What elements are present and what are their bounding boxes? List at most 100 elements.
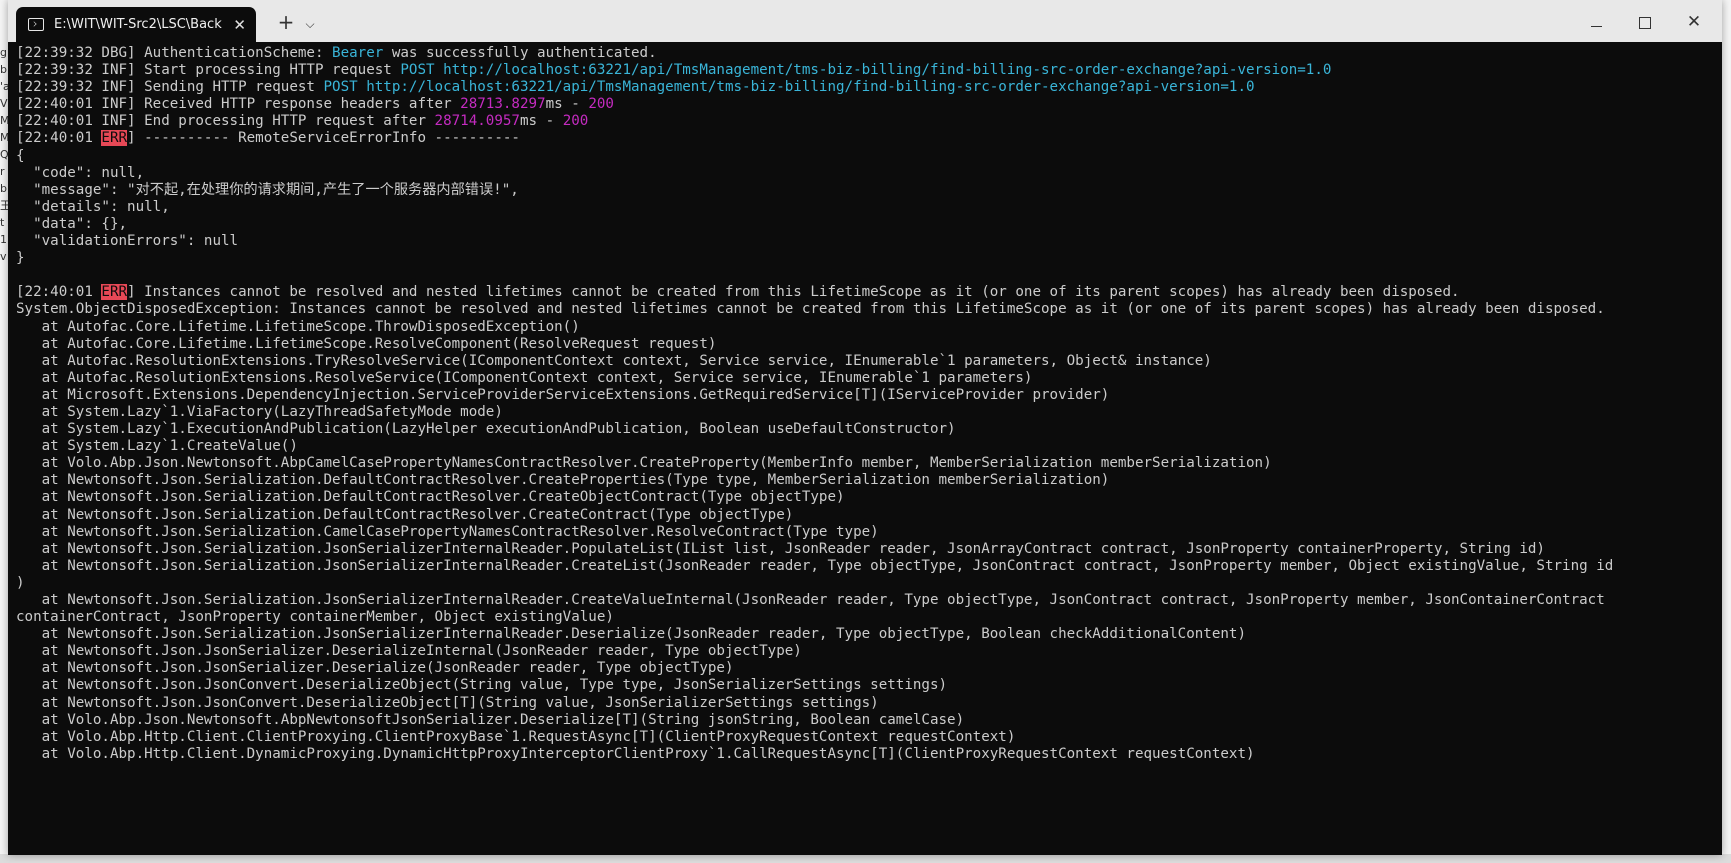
log-text: at Newtonsoft.Json.Serialization.JsonSer… <box>16 557 1614 574</box>
terminal-output[interactable]: [22:39:32 DBG] AuthenticationScheme: Bea… <box>8 42 1722 855</box>
maximize-icon <box>1639 17 1651 29</box>
tab-dropdown-button[interactable]: ⌵ <box>298 11 322 35</box>
log-text: at Newtonsoft.Json.Serialization.JsonSer… <box>16 626 1246 643</box>
log-line: "validationErrors": null <box>16 233 1722 250</box>
log-line: at Newtonsoft.Json.Serialization.Default… <box>16 472 1722 489</box>
log-line: [22:40:01 INF] End processing HTTP reque… <box>16 113 1722 130</box>
log-line: at Microsoft.Extensions.DependencyInject… <box>16 387 1722 404</box>
log-line: at Newtonsoft.Json.Serialization.JsonSer… <box>16 541 1722 558</box>
log-line: at System.Lazy`1.ViaFactory(LazyThreadSa… <box>16 404 1722 421</box>
log-text: ] Instances cannot be resolved and neste… <box>127 284 1460 301</box>
log-line: [22:40:01 ERR] Instances cannot be resol… <box>16 284 1722 301</box>
log-line: "data": {}, <box>16 216 1722 233</box>
log-text: ms - <box>519 113 563 130</box>
terminal-icon <box>28 18 44 31</box>
minimize-icon <box>1590 26 1602 27</box>
log-text: [22:40:01 INF] Received HTTP response he… <box>16 96 461 113</box>
log-text: "data": {}, <box>16 215 128 232</box>
log-text: } <box>16 250 25 267</box>
log-text: "code": null, <box>16 164 145 181</box>
log-text: at Volo.Abp.Http.Client.ClientProxying.C… <box>16 728 1016 745</box>
log-text: at Newtonsoft.Json.Serialization.Default… <box>16 489 845 506</box>
log-text: was successfully authenticated. <box>383 45 657 61</box>
err-badge: ERR <box>101 284 128 301</box>
log-text: [22:39:32 INF] Sending HTTP request <box>16 79 324 96</box>
log-line: at Autofac.Core.Lifetime.LifetimeScope.R… <box>16 336 1722 353</box>
log-text: [22:39:32 DBG] AuthenticationScheme: <box>16 45 333 61</box>
tab-close-icon[interactable]: ✕ <box>233 16 246 34</box>
log-text: [22:39:32 INF] Start processing HTTP req… <box>16 62 401 79</box>
log-text: at Newtonsoft.Json.Serialization.CamelCa… <box>16 523 879 540</box>
log-text: at System.Lazy`1.ExecutionAndPublication… <box>16 421 956 438</box>
log-line: at Autofac.Core.Lifetime.LifetimeScope.T… <box>16 319 1722 336</box>
log-text: [22:40:01 INF] End processing HTTP reque… <box>16 113 435 130</box>
log-text: POST <box>323 79 358 96</box>
log-text: at Autofac.Core.Lifetime.LifetimeScope.T… <box>16 318 580 335</box>
log-text: at Volo.Abp.Json.Newtonsoft.AbpNewtonsof… <box>16 711 965 728</box>
log-line: at Newtonsoft.Json.JsonConvert.Deseriali… <box>16 695 1722 712</box>
terminal-window: E:\WIT\WIT-Src2\LSC\Backend ✕ + ⌵ ✕ [22:… <box>8 0 1722 855</box>
log-text: at Newtonsoft.Json.Serialization.JsonSer… <box>16 592 1605 608</box>
log-text: at Newtonsoft.Json.JsonSerializer.Deseri… <box>16 643 802 660</box>
log-line: System.ObjectDisposedException: Instance… <box>16 301 1722 318</box>
title-bar[interactable]: E:\WIT\WIT-Src2\LSC\Backend ✕ + ⌵ ✕ <box>8 0 1722 42</box>
log-line: at Volo.Abp.Json.Newtonsoft.AbpNewtonsof… <box>16 712 1722 729</box>
log-line: containerContract, JsonProperty containe… <box>16 609 1722 626</box>
log-text: at Autofac.ResolutionExtensions.ResolveS… <box>16 369 1033 386</box>
log-line: { <box>16 148 1722 165</box>
log-line: ) <box>16 575 1722 592</box>
log-text: 28713.8297 <box>460 96 546 113</box>
log-text: at Newtonsoft.Json.Serialization.JsonSer… <box>16 540 1545 557</box>
log-text: 28714.0957 <box>434 113 520 130</box>
log-text: at Volo.Abp.Json.Newtonsoft.AbpCamelCase… <box>16 455 1272 472</box>
log-line: at Volo.Abp.Http.Client.DynamicProxying.… <box>16 746 1722 763</box>
log-text: [22:40:01 <box>16 130 102 147</box>
log-line: at Newtonsoft.Json.JsonSerializer.Deseri… <box>16 643 1722 660</box>
log-line: [22:40:01 ERR] ---------- RemoteServiceE… <box>16 130 1722 147</box>
tab-active[interactable]: E:\WIT\WIT-Src2\LSC\Backend ✕ <box>16 7 256 42</box>
log-line: at Newtonsoft.Json.Serialization.Default… <box>16 489 1722 506</box>
log-text: POST <box>400 62 435 79</box>
log-line: at Newtonsoft.Json.Serialization.CamelCa… <box>16 524 1722 541</box>
log-text: "message": "对不起,在处理你的请求期间,产生了一个服务器内部错误!"… <box>16 181 519 198</box>
maximize-button[interactable] <box>1633 11 1657 35</box>
log-line: at Newtonsoft.Json.JsonSerializer.Deseri… <box>16 660 1722 677</box>
log-line: at Autofac.ResolutionExtensions.ResolveS… <box>16 370 1722 387</box>
log-line: at Volo.Abp.Json.Newtonsoft.AbpCamelCase… <box>16 455 1722 472</box>
log-text: ms - <box>545 96 589 113</box>
log-line: [22:39:32 INF] Sending HTTP request POST… <box>16 79 1722 96</box>
log-text: ] ---------- RemoteServiceErrorInfo ----… <box>127 130 520 147</box>
log-text: at Autofac.Core.Lifetime.LifetimeScope.R… <box>16 335 717 352</box>
minimize-button[interactable] <box>1584 11 1608 35</box>
taskbar-edge <box>0 854 1731 863</box>
err-badge: ERR <box>101 130 128 147</box>
log-text: at Autofac.ResolutionExtensions.TryResol… <box>16 352 1212 369</box>
log-text: "details": null, <box>16 198 170 215</box>
log-text: [22:40:01 <box>16 284 102 301</box>
log-line: at Autofac.ResolutionExtensions.TryResol… <box>16 353 1722 370</box>
log-line: "code": null, <box>16 165 1722 182</box>
log-line: at Newtonsoft.Json.Serialization.JsonSer… <box>16 626 1722 643</box>
log-text: at Newtonsoft.Json.Serialization.Default… <box>16 472 1110 489</box>
log-text: System.ObjectDisposedException: Instance… <box>16 301 1605 318</box>
log-text: at System.Lazy`1.CreateValue() <box>16 438 298 455</box>
log-text: 200 <box>562 113 589 130</box>
log-line: at Newtonsoft.Json.Serialization.JsonSer… <box>16 592 1722 609</box>
new-tab-button[interactable]: + <box>274 11 298 35</box>
log-line: [22:39:32 INF] Start processing HTTP req… <box>16 62 1722 79</box>
log-text: at System.Lazy`1.ViaFactory(LazyThreadSa… <box>16 403 503 420</box>
log-line: } <box>16 250 1722 267</box>
log-line: at System.Lazy`1.ExecutionAndPublication… <box>16 421 1722 438</box>
log-text: at Newtonsoft.Json.JsonConvert.Deseriali… <box>16 694 879 711</box>
log-text: http://localhost:63221/api/TmsManagement… <box>443 62 1332 79</box>
close-window-button[interactable]: ✕ <box>1682 11 1706 35</box>
log-text: { <box>16 147 25 164</box>
log-text: at Volo.Abp.Http.Client.DynamicProxying.… <box>16 745 1255 762</box>
log-line: "message": "对不起,在处理你的请求期间,产生了一个服务器内部错误!"… <box>16 182 1722 199</box>
log-line: "details": null, <box>16 199 1722 216</box>
log-line: [22:40:01 INF] Received HTTP response he… <box>16 96 1722 113</box>
tab-title: E:\WIT\WIT-Src2\LSC\Backend <box>54 17 222 32</box>
